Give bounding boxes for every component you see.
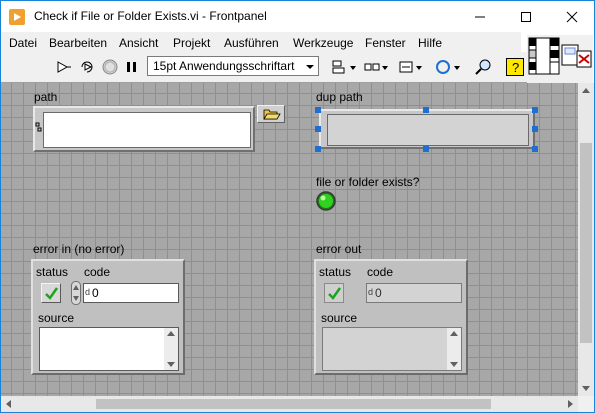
error-in-code-value: 0: [92, 286, 99, 300]
run-arrow-icon[interactable]: [55, 58, 73, 76]
folder-open-icon: [263, 109, 281, 120]
error-in-code-input[interactable]: d 0: [83, 283, 179, 303]
error-out-code-indicator: d 0: [366, 283, 462, 303]
front-panel-canvas: path dup path file or folder exists? err…: [1, 83, 578, 396]
error-in-source-scrollbar[interactable]: [164, 328, 178, 370]
error-out-source-scrollbar[interactable]: [447, 328, 461, 370]
menu-bearbeiten[interactable]: Bearbeiten: [49, 36, 107, 50]
selection-handle[interactable]: [532, 107, 538, 113]
menu-ausfuehren[interactable]: Ausführen: [224, 36, 279, 50]
path-input[interactable]: [43, 112, 251, 148]
error-out-code-radix: d: [368, 287, 374, 297]
error-in-source-label: source: [38, 311, 75, 325]
error-out-source-label: source: [321, 311, 358, 325]
error-in-code-label: code: [84, 265, 111, 279]
search-icon[interactable]: [473, 58, 495, 76]
path-indicator-icon: [35, 122, 42, 132]
error-out-status-indicator: [324, 283, 344, 303]
exists-label: file or folder exists?: [316, 175, 420, 189]
selection-handle[interactable]: [532, 146, 538, 152]
error-in-status-checkbox[interactable]: [41, 283, 61, 303]
run-continuously-icon[interactable]: [78, 58, 96, 76]
menu-projekt[interactable]: Projekt: [173, 36, 210, 50]
dup-path-label: dup path: [316, 90, 363, 104]
selection-handle[interactable]: [423, 146, 429, 152]
vertical-scrollbar[interactable]: [578, 83, 594, 396]
menu-datei[interactable]: Datei: [9, 36, 37, 50]
green-check-icon: [328, 287, 342, 300]
error-out-source-field: [322, 327, 462, 371]
error-in-code-radix: d: [85, 287, 91, 297]
error-out-code-value: 0: [375, 286, 382, 300]
pause-icon[interactable]: [123, 58, 141, 76]
dup-path-indicator: [327, 114, 529, 146]
distribute-objects-icon[interactable]: [363, 58, 389, 76]
dup-path-indicator-frame: [319, 109, 535, 149]
font-select[interactable]: 15pt Anwendungsschriftart: [147, 56, 319, 76]
error-out-cluster: status code d 0 source: [314, 259, 468, 375]
error-in-status-label: status: [36, 265, 69, 279]
error-in-source-field[interactable]: [39, 327, 179, 371]
error-in-label: error in (no error): [33, 242, 125, 256]
browse-button[interactable]: [257, 105, 285, 123]
path-label: path: [34, 90, 58, 104]
selection-handle[interactable]: [315, 146, 321, 152]
resize-objects-icon[interactable]: [398, 58, 424, 76]
green-check-icon: [45, 287, 59, 300]
exists-led-indicator: [316, 191, 336, 211]
path-control-frame: [33, 106, 255, 152]
frontpanel-window: Check if File or Folder Exists.vi - Fron…: [0, 0, 595, 413]
scrollbar-corner: [578, 396, 594, 412]
connector-pane[interactable]: [527, 35, 593, 83]
menu-werkzeuge[interactable]: Werkzeuge: [293, 36, 353, 50]
svg-text:?: ?: [512, 60, 519, 75]
selection-handle[interactable]: [532, 126, 538, 132]
menu-fenster[interactable]: Fenster: [365, 36, 406, 50]
align-objects-icon[interactable]: [331, 58, 357, 76]
error-out-label: error out: [316, 242, 362, 256]
reorder-objects-icon[interactable]: [434, 58, 462, 76]
minimize-button[interactable]: [456, 1, 502, 32]
selection-handle[interactable]: [423, 107, 429, 113]
window-title: Check if File or Folder Exists.vi - Fron…: [34, 9, 267, 23]
error-in-code-stepper[interactable]: [71, 281, 81, 305]
abort-stop-icon[interactable]: [101, 58, 119, 76]
context-help-icon[interactable]: ?: [506, 58, 524, 76]
error-in-cluster: status code d 0 source: [31, 259, 185, 375]
font-select-value: 15pt Anwendungsschriftart: [153, 59, 295, 73]
selection-handle[interactable]: [315, 126, 321, 132]
menu-bar: Datei Bearbeiten Ansicht Projekt Ausführ…: [1, 32, 521, 52]
close-button[interactable]: [548, 1, 594, 32]
selection-handle[interactable]: [315, 107, 321, 113]
menu-hilfe[interactable]: Hilfe: [418, 36, 442, 50]
menu-ansicht[interactable]: Ansicht: [119, 36, 158, 50]
horizontal-scrollbar[interactable]: [1, 396, 578, 412]
error-out-status-label: status: [319, 265, 352, 279]
error-out-code-label: code: [367, 265, 394, 279]
maximize-button[interactable]: [502, 1, 548, 32]
chevron-down-icon: [306, 65, 314, 69]
labview-vi-icon: [9, 9, 25, 25]
title-bar: Check if File or Folder Exists.vi - Fron…: [1, 1, 594, 32]
